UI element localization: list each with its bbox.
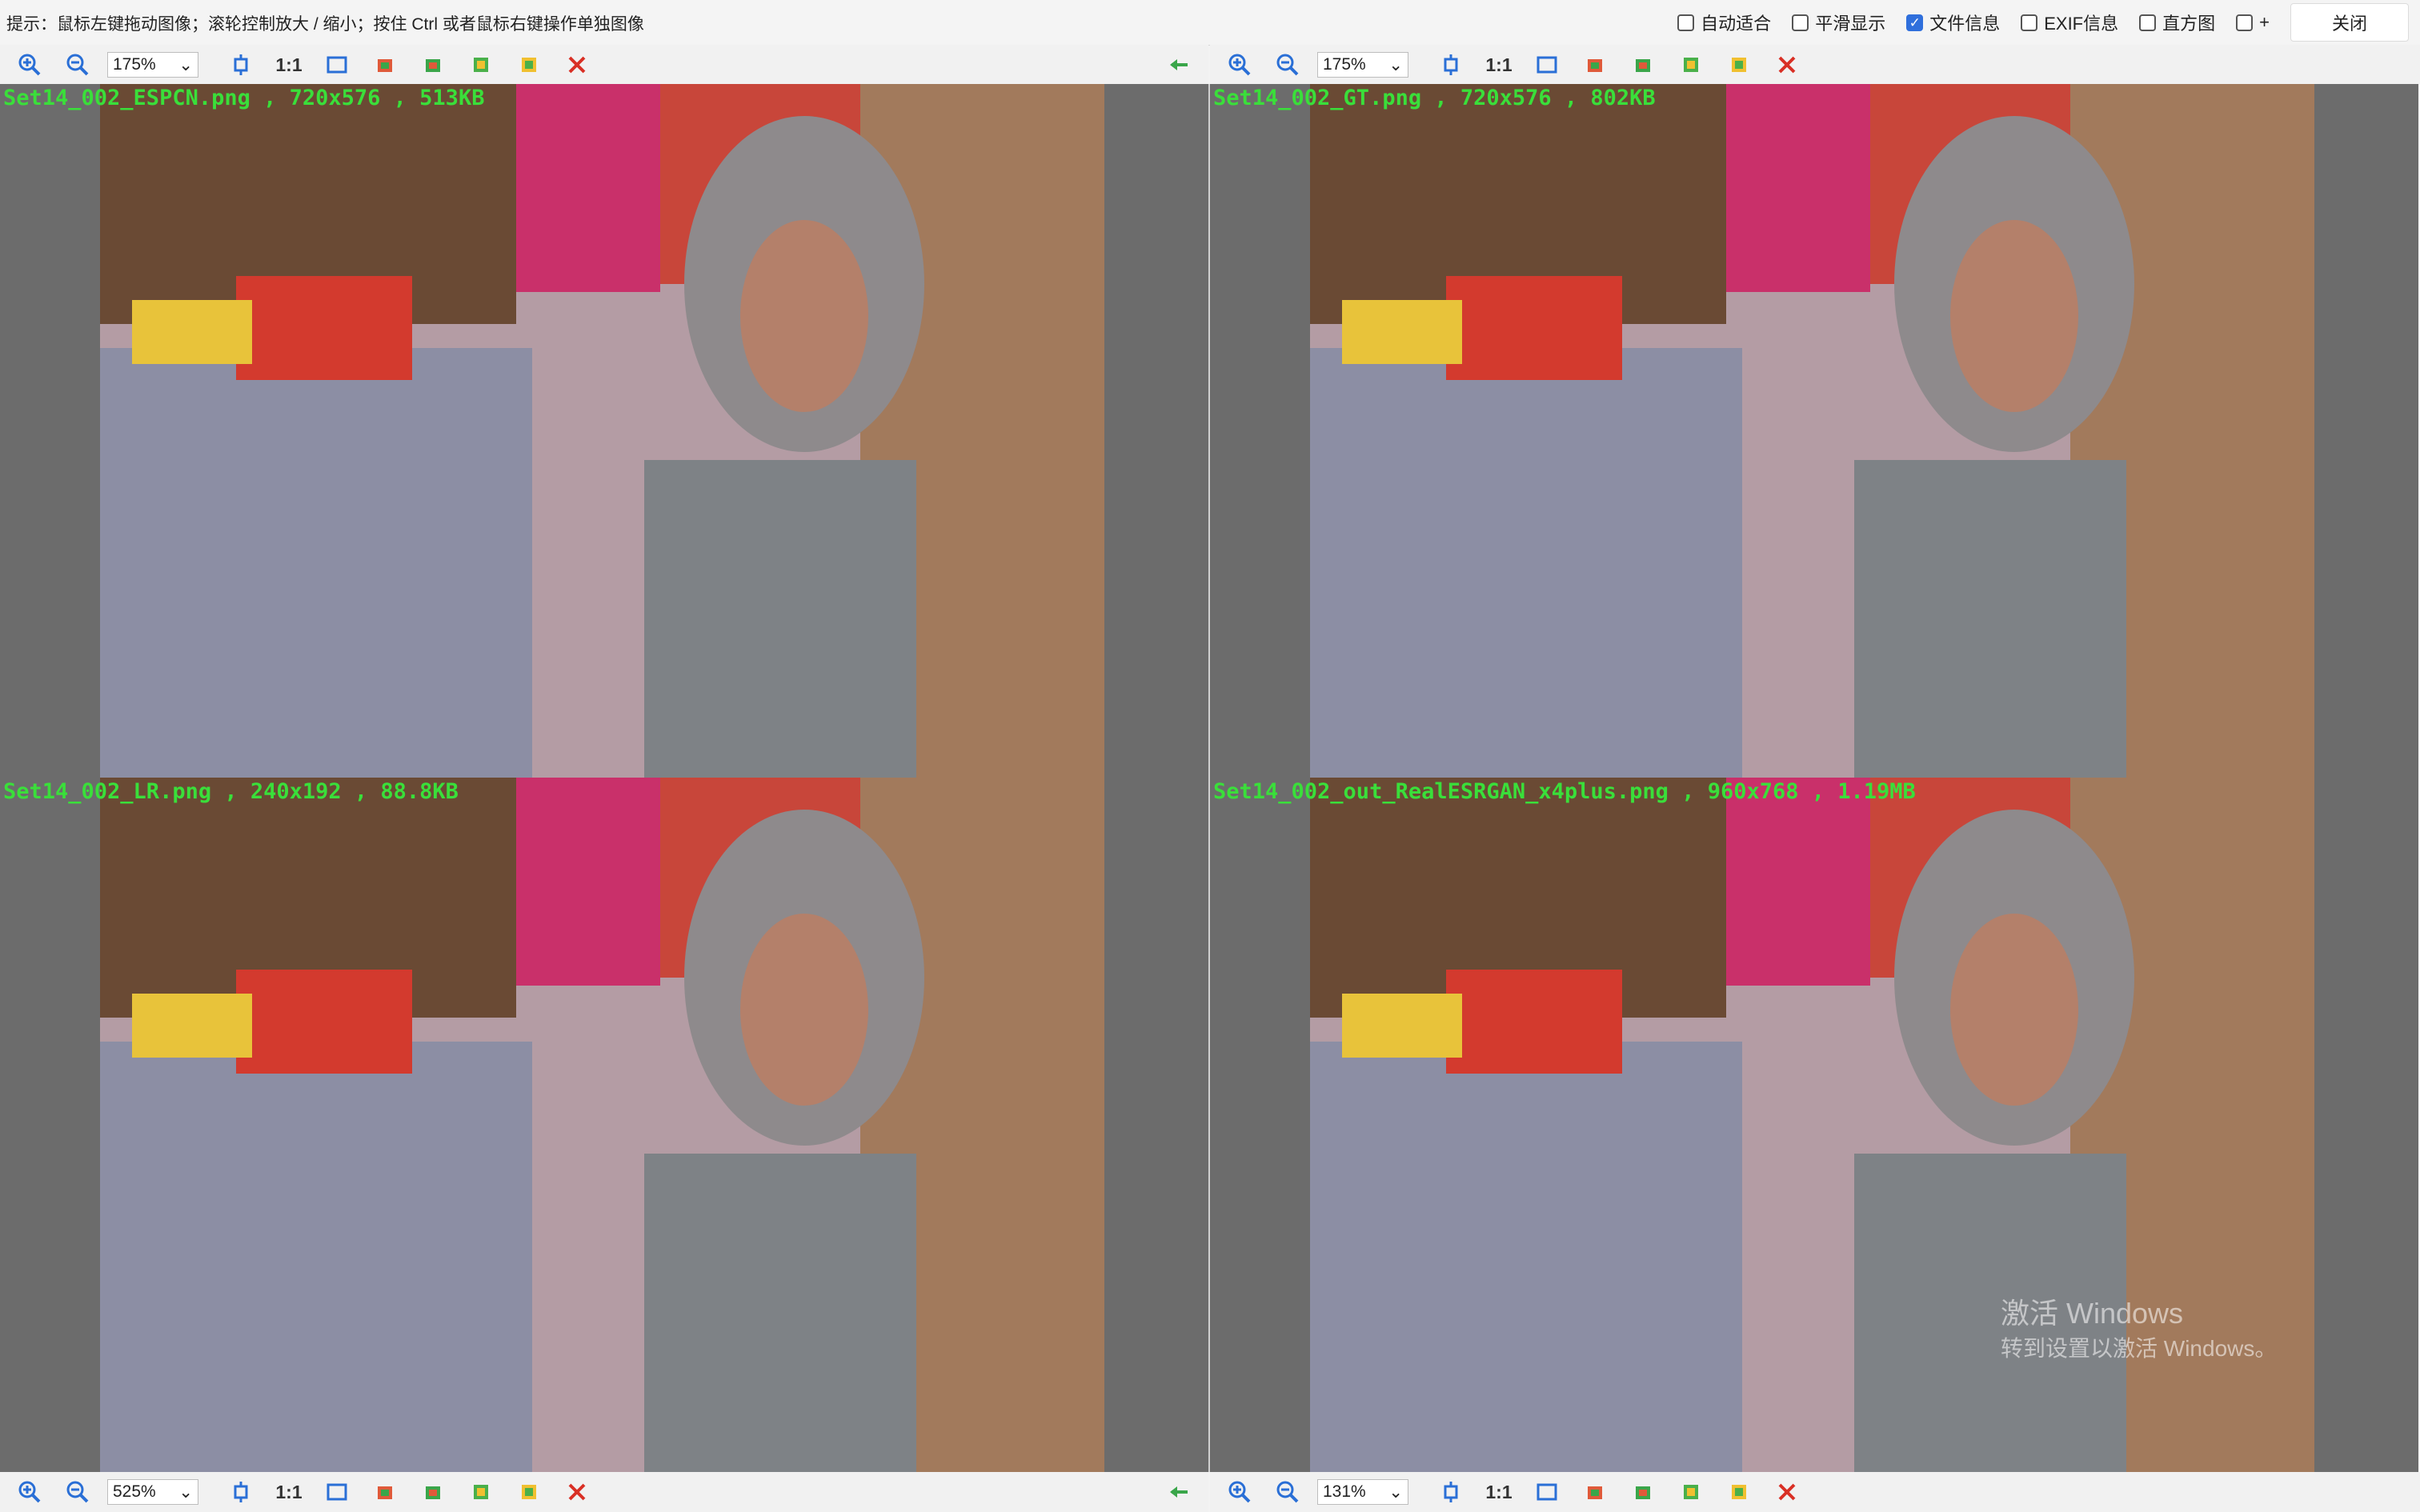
chevron-down-icon: ⌄ — [178, 1482, 193, 1502]
image-pane-espcn[interactable]: Set14_002_ESPCN.png , 720x576 , 513KB — [0, 84, 1208, 778]
actual-size-button[interactable]: 1:1 — [1480, 49, 1517, 81]
rotate-right-icon[interactable] — [415, 1476, 451, 1508]
toolbar-bottom-right: 131% ⌄ 1:1 — [1210, 1472, 2420, 1512]
toolbar-bottom-left: 525% ⌄ 1:1 — [0, 1472, 1208, 1512]
image-photo[interactable] — [100, 778, 1104, 1472]
zoom-select[interactable]: 525% ⌄ — [107, 1479, 198, 1505]
zoom-in-icon[interactable] — [1221, 49, 1258, 81]
chevron-down-icon: ⌄ — [1388, 1482, 1403, 1502]
fit-icon[interactable] — [1432, 49, 1469, 81]
zoom-value: 131% — [1323, 1482, 1366, 1501]
image-caption: Set14_002_LR.png , 240x192 , 88.8KB — [3, 779, 459, 804]
checkbox-icon — [2236, 14, 2254, 31]
zoom-select[interactable]: 175% ⌄ — [107, 52, 198, 78]
flip-vertical-icon[interactable] — [1721, 49, 1757, 81]
close-icon[interactable] — [1769, 49, 1805, 81]
actual-size-button[interactable]: 1:1 — [270, 1476, 307, 1508]
close-icon[interactable] — [559, 1476, 595, 1508]
image-photo[interactable] — [1310, 778, 2314, 1472]
flip-vertical-icon[interactable] — [1721, 1476, 1757, 1508]
fit-icon[interactable] — [222, 49, 259, 81]
zoom-out-icon[interactable] — [59, 49, 96, 81]
checkbox-checked-icon: ✓ — [1906, 14, 1924, 31]
rotate-right-icon[interactable] — [415, 49, 451, 81]
zoom-out-icon[interactable] — [59, 1476, 96, 1508]
watermark-line1: 激活 Windows — [2001, 1297, 2184, 1330]
watermark-line2: 转到设置以激活 Windows。 — [2001, 1336, 2278, 1361]
zoom-select[interactable]: 175% ⌄ — [1317, 52, 1408, 78]
zoom-in-icon[interactable] — [11, 1476, 48, 1508]
fit-window-icon[interactable] — [319, 49, 355, 81]
toolbar-top-right: 175% ⌄ 1:1 — [1210, 45, 2420, 85]
rotate-left-icon[interactable] — [1577, 1476, 1613, 1508]
top-bar: 提示：鼠标左键拖动图像；滚轮控制放大 / 缩小；按住 Ctrl 或者鼠标右键操作… — [0, 0, 2420, 46]
option-label: 直方图 — [2162, 14, 2216, 34]
fit-icon[interactable] — [222, 1476, 259, 1508]
options-group: 自动适合 平滑显示 ✓ 文件信息 EXIF信息 直方图 + 关闭 — [1677, 0, 2420, 45]
close-icon[interactable] — [559, 49, 595, 81]
toolbar-top-left: 175% ⌄ 1:1 — [0, 45, 1208, 85]
windows-activation-watermark: 激活 Windows 转到设置以激活 Windows。 — [2001, 1296, 2277, 1366]
zoom-out-icon[interactable] — [1269, 49, 1306, 81]
hint-text: 提示：鼠标左键拖动图像；滚轮控制放大 / 缩小；按住 Ctrl 或者鼠标右键操作… — [6, 15, 644, 34]
rotate-right-icon[interactable] — [1625, 49, 1661, 81]
close-button[interactable]: 关闭 — [2290, 3, 2409, 42]
close-icon[interactable] — [1769, 1476, 1805, 1508]
fit-window-icon[interactable] — [1529, 49, 1565, 81]
arrow-left-icon[interactable] — [1160, 49, 1197, 81]
checkbox-icon — [2021, 14, 2038, 31]
checkbox-icon — [1792, 14, 1809, 31]
image-caption: Set14_002_ESPCN.png , 720x576 , 513KB — [3, 86, 485, 110]
file-info-checkbox[interactable]: ✓ 文件信息 — [1906, 10, 2000, 35]
smooth-display-checkbox[interactable]: 平滑显示 — [1792, 10, 1885, 35]
option-label: 自动适合 — [1701, 14, 1772, 34]
zoom-value: 175% — [1323, 55, 1366, 74]
exif-info-checkbox[interactable]: EXIF信息 — [2021, 10, 2118, 35]
zoom-value: 175% — [113, 55, 156, 74]
checkbox-icon — [2139, 14, 2157, 31]
image-pane-realesrgan[interactable]: Set14_002_out_RealESRGAN_x4plus.png , 96… — [1210, 778, 2418, 1472]
flip-horizontal-icon[interactable] — [1673, 1476, 1709, 1508]
plus-checkbox[interactable]: + — [2236, 12, 2270, 33]
actual-size-button[interactable]: 1:1 — [270, 49, 307, 81]
rotate-left-icon[interactable] — [367, 49, 403, 81]
fit-window-icon[interactable] — [1529, 1476, 1565, 1508]
flip-vertical-icon[interactable] — [511, 1476, 547, 1508]
zoom-in-icon[interactable] — [1221, 1476, 1258, 1508]
chevron-down-icon: ⌄ — [178, 55, 193, 74]
image-caption: Set14_002_out_RealESRGAN_x4plus.png , 96… — [1213, 779, 1916, 804]
checkbox-icon — [1677, 14, 1695, 31]
arrow-left-icon[interactable] — [1160, 1476, 1197, 1508]
zoom-value: 525% — [113, 1482, 156, 1501]
rotate-left-icon[interactable] — [367, 1476, 403, 1508]
rotate-left-icon[interactable] — [1577, 49, 1613, 81]
zoom-out-icon[interactable] — [1269, 1476, 1306, 1508]
option-label: + — [2259, 12, 2270, 32]
image-photo[interactable] — [100, 84, 1104, 778]
zoom-select[interactable]: 131% ⌄ — [1317, 1479, 1408, 1505]
image-photo[interactable] — [1310, 84, 2314, 778]
fit-window-icon[interactable] — [319, 1476, 355, 1508]
image-pane-gt[interactable]: Set14_002_GT.png , 720x576 , 802KB — [1210, 84, 2418, 778]
option-label: 文件信息 — [1929, 14, 2001, 34]
image-pane-lr[interactable]: Set14_002_LR.png , 240x192 , 88.8KB — [0, 778, 1208, 1472]
image-caption: Set14_002_GT.png , 720x576 , 802KB — [1213, 86, 1656, 110]
pane-divider[interactable] — [1208, 84, 1210, 1472]
flip-horizontal-icon[interactable] — [463, 49, 499, 81]
chevron-down-icon: ⌄ — [1388, 55, 1403, 74]
option-label: 平滑显示 — [1815, 14, 1886, 34]
flip-horizontal-icon[interactable] — [463, 1476, 499, 1508]
flip-horizontal-icon[interactable] — [1673, 49, 1709, 81]
rotate-right-icon[interactable] — [1625, 1476, 1661, 1508]
histogram-checkbox[interactable]: 直方图 — [2139, 10, 2215, 35]
fit-icon[interactable] — [1432, 1476, 1469, 1508]
option-label: EXIF信息 — [2044, 14, 2119, 34]
flip-vertical-icon[interactable] — [511, 49, 547, 81]
zoom-in-icon[interactable] — [11, 49, 48, 81]
auto-fit-checkbox[interactable]: 自动适合 — [1677, 10, 1771, 35]
actual-size-button[interactable]: 1:1 — [1480, 1476, 1517, 1508]
